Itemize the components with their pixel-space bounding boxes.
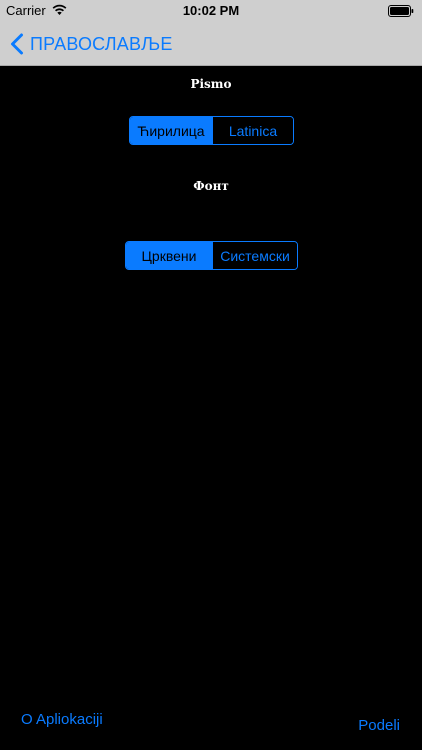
about-app-link[interactable]: O Apliokaciji (21, 711, 103, 728)
status-bar: Carrier 10:02 PM (0, 0, 422, 22)
segment-system-font[interactable]: Системски (212, 242, 297, 269)
segment-church-font[interactable]: Црквени (126, 242, 212, 269)
back-button[interactable]: ПРАВОСЛАВЉЕ (10, 31, 173, 57)
navigation-bar: ПРАВОСЛАВЉЕ (0, 22, 422, 66)
font-segmented-control: Црквени Системски (125, 241, 298, 270)
segment-latin[interactable]: Latinica (212, 117, 293, 144)
chevron-left-icon (11, 33, 23, 55)
clock: 10:02 PM (182, 3, 240, 18)
script-section-label: Pismo (190, 77, 232, 91)
font-section-label: Фонт (193, 179, 229, 193)
segment-cyrillic[interactable]: Ћирилица (130, 117, 212, 144)
script-segmented-control: Ћирилица Latinica (129, 116, 294, 145)
share-link[interactable]: Podeli (358, 717, 400, 734)
battery-icon (388, 5, 414, 17)
back-button-label: ПРАВОСЛАВЉЕ (30, 33, 173, 54)
